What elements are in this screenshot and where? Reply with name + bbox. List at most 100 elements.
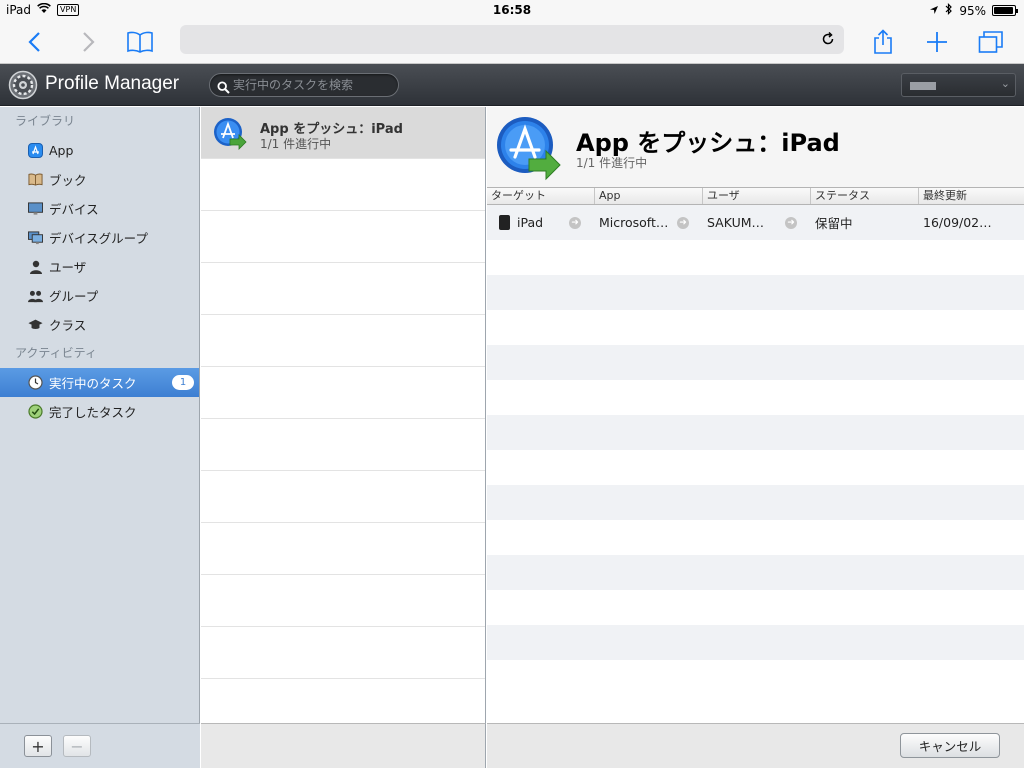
updated-time: 16/09/02… [923, 215, 992, 230]
cell-status: 保留中 [811, 205, 919, 240]
sidebar-item-label: クラス [49, 318, 87, 333]
app-store-icon [28, 143, 43, 158]
app-title: Profile Manager [45, 73, 180, 94]
plus-icon[interactable] [921, 26, 953, 58]
list-item[interactable]: App をプッシュ：iPad 1/1 件進行中 [201, 107, 485, 159]
sidebar-item-devices[interactable]: デバイス [0, 194, 199, 223]
cell-app: Microsoft… ➜ [595, 205, 703, 240]
search-icon [217, 79, 230, 94]
col-target[interactable]: ターゲット [487, 188, 595, 204]
empty-row [201, 627, 485, 679]
arrow-circle-icon[interactable]: ➜ [785, 217, 797, 229]
sidebar-item-users[interactable]: ユーザ [0, 252, 199, 281]
empty-row [201, 471, 485, 523]
table-row[interactable]: iPad ➜ Microsoft… ➜ SAKUM… ➜ 保留中 16/09/0… [487, 205, 1024, 240]
empty-row [201, 263, 485, 315]
detail-header: App をプッシュ：iPad 1/1 件進行中 [487, 107, 1024, 187]
sidebar-item-books[interactable]: ブック [0, 165, 199, 194]
empty-row [201, 419, 485, 471]
empty-row [487, 625, 1024, 660]
cell-updated: 16/09/02… [919, 205, 1024, 240]
battery-percent: 95% [959, 3, 986, 18]
col-app[interactable]: App [595, 188, 703, 204]
target-name: iPad [517, 215, 544, 230]
chevron-down-icon: ⌄ [1000, 77, 1010, 90]
empty-row [487, 485, 1024, 520]
arrow-circle-icon[interactable]: ➜ [569, 217, 581, 229]
cancel-button[interactable]: キャンセル [900, 733, 1000, 758]
sidebar-item-completed-tasks[interactable]: 完了したタスク [0, 397, 199, 426]
cell-user: SAKUM… ➜ [703, 205, 811, 240]
empty-row [487, 590, 1024, 625]
empty-row [487, 450, 1024, 485]
task-list-footer [201, 723, 486, 768]
col-status[interactable]: ステータス [811, 188, 919, 204]
clock-icon [28, 375, 43, 390]
sidebar-item-groups[interactable]: グループ [0, 281, 199, 310]
graduation-cap-icon [28, 317, 43, 332]
search-input[interactable] [233, 76, 393, 94]
add-button[interactable]: + [24, 735, 52, 757]
sidebar-item-classes[interactable]: クラス [0, 310, 199, 339]
empty-row [487, 310, 1024, 345]
sidebar-item-device-groups[interactable]: デバイスグループ [0, 223, 199, 252]
col-user[interactable]: ユーザ [703, 188, 811, 204]
app-push-icon [213, 117, 247, 151]
clock: 16:58 [492, 3, 532, 17]
reload-icon[interactable] [818, 29, 838, 49]
empty-row [487, 415, 1024, 450]
sidebar-item-app[interactable]: App [0, 136, 199, 165]
detail-title: App をプッシュ：iPad [576, 129, 840, 157]
group-icon [28, 288, 43, 303]
task-list: App をプッシュ：iPad 1/1 件進行中 [201, 107, 486, 723]
sidebar: ライブラリ App ブック デバイス デバイスグループ ユーザ グループ クラス… [0, 107, 200, 768]
book-icon[interactable] [124, 26, 156, 58]
task-detail: App をプッシュ：iPad 1/1 件進行中 ターゲット App ユーザ ステ… [487, 107, 1024, 723]
book-icon [28, 172, 43, 187]
address-bar[interactable] [180, 25, 844, 54]
bluetooth-icon [945, 3, 953, 18]
battery-icon [992, 5, 1018, 16]
cell-target: iPad ➜ [487, 205, 595, 240]
user-menu[interactable]: ⌄ [901, 73, 1016, 97]
sidebar-item-running-tasks[interactable]: 実行中のタスク 1 [0, 368, 199, 397]
empty-row [201, 315, 485, 367]
empty-row [201, 211, 485, 263]
clock-check-icon [28, 404, 43, 419]
task-table: iPad ➜ Microsoft… ➜ SAKUM… ➜ 保留中 16/09/0… [487, 205, 1024, 723]
chevron-right-icon[interactable] [72, 26, 104, 58]
empty-row [487, 345, 1024, 380]
arrow-circle-icon[interactable]: ➜ [677, 217, 689, 229]
tabs-icon[interactable] [975, 26, 1007, 58]
sidebar-item-label: 実行中のタスク [49, 376, 137, 391]
activity-heading: アクティビティ [15, 346, 97, 360]
task-search[interactable] [209, 73, 399, 97]
user-name-redacted [910, 82, 936, 90]
sidebar-item-label: デバイス [49, 202, 99, 217]
app-header: Profile Manager ⌄ [0, 64, 1024, 106]
col-updated[interactable]: 最終更新 [919, 188, 1024, 204]
empty-row [487, 520, 1024, 555]
empty-row [487, 380, 1024, 415]
sidebar-item-label: App [49, 143, 74, 158]
sidebar-item-label: 完了したタスク [49, 405, 137, 420]
empty-row [487, 275, 1024, 310]
task-progress: 1/1 件進行中 [260, 137, 332, 151]
remove-button[interactable]: − [63, 735, 91, 757]
empty-row [201, 367, 485, 419]
empty-row [487, 240, 1024, 275]
library-heading: ライブラリ [15, 114, 76, 128]
user-name: SAKUM… [707, 215, 765, 230]
monitor-icon [28, 201, 43, 216]
sidebar-item-label: ブック [49, 173, 87, 188]
task-count-badge: 1 [172, 375, 194, 390]
location-arrow-icon [929, 4, 939, 18]
detail-footer: キャンセル [487, 723, 1024, 768]
empty-row [487, 660, 1024, 695]
user-icon [28, 259, 43, 274]
detail-progress: 1/1 件進行中 [576, 156, 648, 170]
empty-row [201, 575, 485, 627]
share-icon[interactable] [867, 26, 899, 58]
app-push-icon [495, 115, 561, 181]
chevron-left-icon[interactable] [19, 26, 51, 58]
